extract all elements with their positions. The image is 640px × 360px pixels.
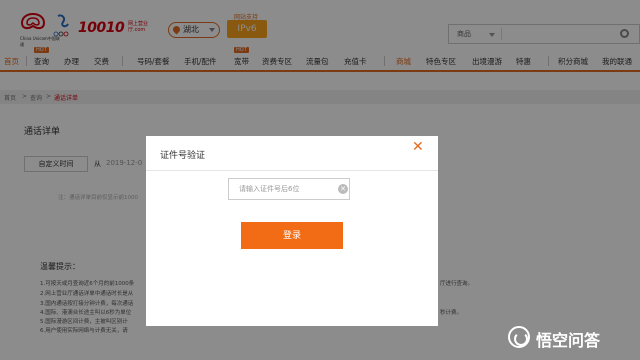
dialog-divider — [146, 170, 438, 171]
dialog-title: 证件号验证 — [160, 151, 206, 161]
wukong-logo-icon — [508, 326, 530, 348]
id-verify-dialog: 证件号验证 ✕ ✕ 登录 — [146, 136, 438, 326]
watermark-text: 悟空问答 — [536, 331, 601, 350]
login-button[interactable]: 登录 — [241, 222, 343, 249]
id-number-input[interactable] — [228, 178, 350, 200]
clear-input-icon[interactable]: ✕ — [338, 184, 348, 194]
watermark: 悟空问答 — [508, 322, 634, 352]
close-icon[interactable]: ✕ — [412, 139, 424, 155]
